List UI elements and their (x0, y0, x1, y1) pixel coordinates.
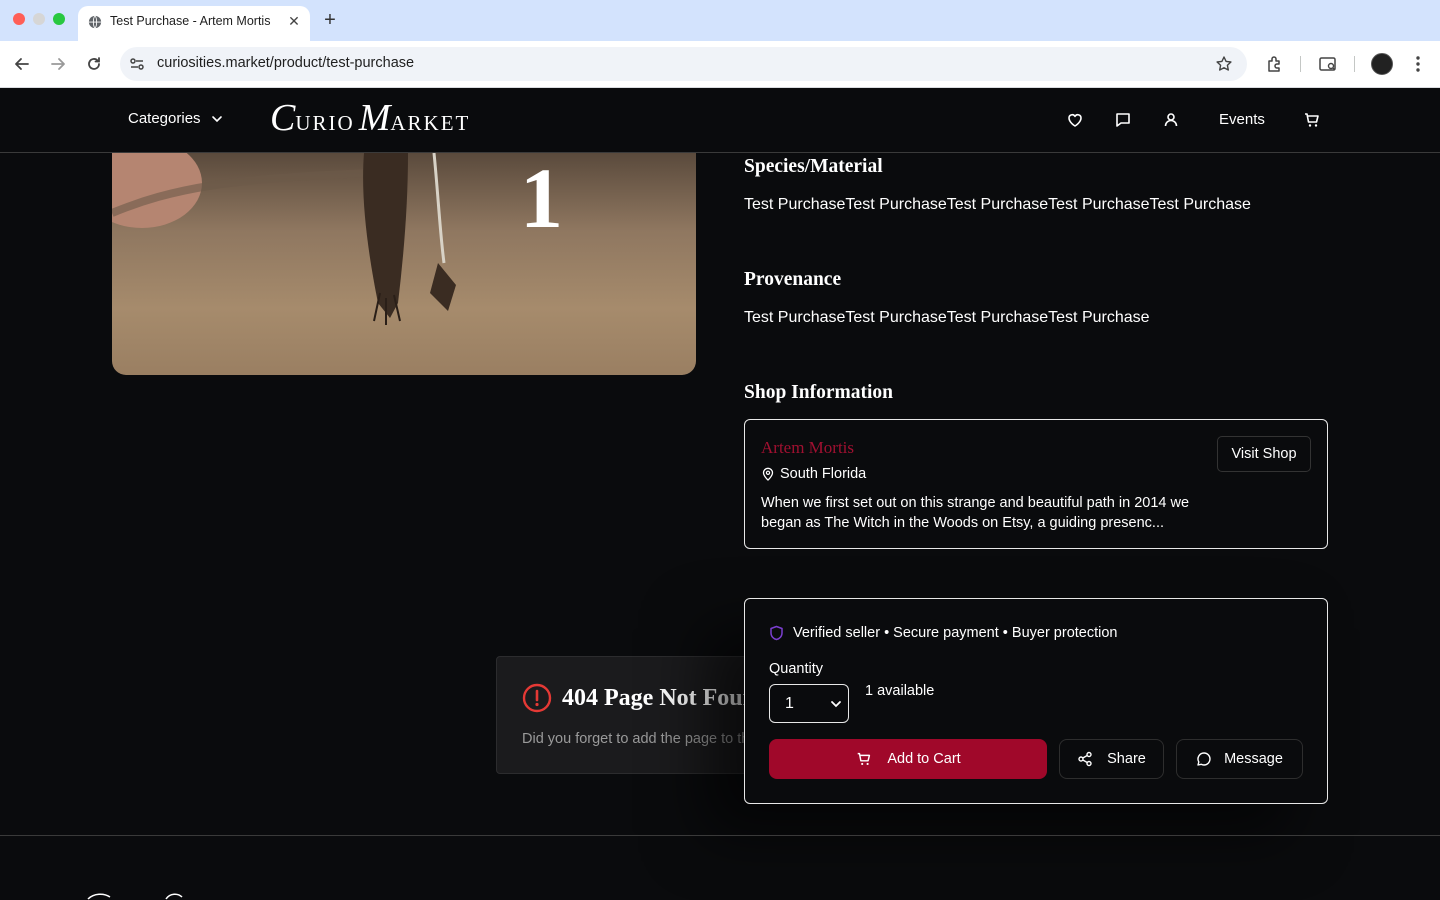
browser-menu-icon[interactable] (1408, 53, 1428, 75)
purchase-card: Verified seller • Secure payment • Buyer… (744, 598, 1328, 804)
tab-title: Test Purchase - Artem Mortis (110, 14, 271, 28)
tab-search-icon[interactable] (1318, 54, 1338, 74)
chevron-down-icon (831, 701, 841, 708)
categories-menu-button[interactable]: Categories (128, 110, 223, 127)
window-close-button[interactable] (13, 13, 25, 25)
extensions-icon[interactable] (1265, 54, 1285, 74)
shop-info-heading: Shop Information (744, 382, 893, 403)
add-to-cart-label: Add to Cart (887, 751, 961, 767)
map-pin-icon (762, 467, 774, 481)
provenance-heading: Provenance (744, 269, 842, 290)
shop-location-text: South Florida (780, 466, 867, 482)
quantity-value: 1 (785, 694, 794, 712)
forward-icon[interactable] (47, 53, 69, 75)
shop-description: When we first set out on this strange an… (761, 495, 1190, 531)
shop-name-link[interactable]: Artem Mortis (761, 438, 854, 458)
share-label: Share (1107, 751, 1146, 767)
browser-tab[interactable]: Test Purchase - Artem Mortis ✕ (78, 6, 310, 41)
provenance-text: Test PurchaseTest PurchaseTest PurchaseT… (744, 309, 1150, 326)
bookmark-star-icon[interactable] (1215, 55, 1233, 73)
site-logo[interactable]: CURIO MARKET (270, 96, 470, 140)
new-tab-icon[interactable]: + (320, 10, 340, 30)
shield-icon (770, 625, 783, 641)
heart-icon[interactable] (1065, 110, 1085, 130)
toolbar-divider (1354, 56, 1355, 72)
product-image[interactable]: 1 (112, 153, 696, 375)
image-caption-number: 1 (520, 153, 563, 246)
tab-close-icon[interactable]: ✕ (286, 13, 302, 29)
chevron-down-icon (211, 115, 222, 122)
species-text: Test PurchaseTest PurchaseTest PurchaseT… (744, 196, 1251, 213)
categories-label: Categories (128, 110, 201, 127)
quantity-select[interactable]: 1 (769, 684, 849, 723)
browser-toolbar: curiosities.market/product/test-purchase (0, 41, 1440, 88)
share-button[interactable]: Share (1059, 739, 1164, 779)
shop-location: South Florida (761, 466, 866, 482)
window-minimize-button[interactable] (33, 13, 45, 25)
address-bar[interactable]: curiosities.market/product/test-purchase (120, 47, 1247, 81)
toolbar-divider (1300, 56, 1301, 72)
not-found-title: 404 Page Not Found (562, 685, 770, 711)
message-label: Message (1224, 751, 1283, 767)
footer-logo (87, 893, 183, 900)
url-text: curiosities.market/product/test-purchase (157, 55, 415, 71)
species-heading: Species/Material (744, 156, 883, 177)
message-circle-icon (1197, 752, 1211, 766)
messages-icon[interactable] (1113, 110, 1133, 130)
user-icon[interactable] (1161, 110, 1181, 130)
site-settings-icon[interactable] (128, 55, 146, 73)
trust-badges: Verified seller • Secure payment • Buyer… (769, 625, 1117, 641)
globe-icon (88, 15, 102, 29)
reload-icon[interactable] (83, 53, 105, 75)
quantity-label: Quantity (769, 661, 823, 677)
browser-tab-bar: Test Purchase - Artem Mortis ✕ + (0, 0, 1440, 41)
shop-card: Artem Mortis South Florida When we first… (744, 419, 1328, 549)
back-icon[interactable] (11, 53, 33, 75)
trust-text: Verified seller • Secure payment • Buyer… (793, 625, 1118, 641)
footer-divider (0, 835, 1440, 836)
cart-icon[interactable] (1302, 110, 1322, 130)
site-header: Categories CURIO MARKET Events (0, 88, 1440, 153)
product-photo-bat: 1 (112, 153, 563, 325)
events-link[interactable]: Events (1219, 111, 1265, 128)
message-button[interactable]: Message (1176, 739, 1303, 779)
available-count: 1 available (865, 683, 935, 699)
alert-circle-icon (522, 683, 552, 713)
visit-shop-button[interactable]: Visit Shop (1217, 436, 1311, 472)
cart-icon (858, 752, 871, 766)
profile-avatar[interactable] (1371, 53, 1393, 75)
share-icon (1078, 751, 1092, 767)
add-to-cart-button[interactable]: Add to Cart (769, 739, 1047, 779)
window-maximize-button[interactable] (53, 13, 65, 25)
